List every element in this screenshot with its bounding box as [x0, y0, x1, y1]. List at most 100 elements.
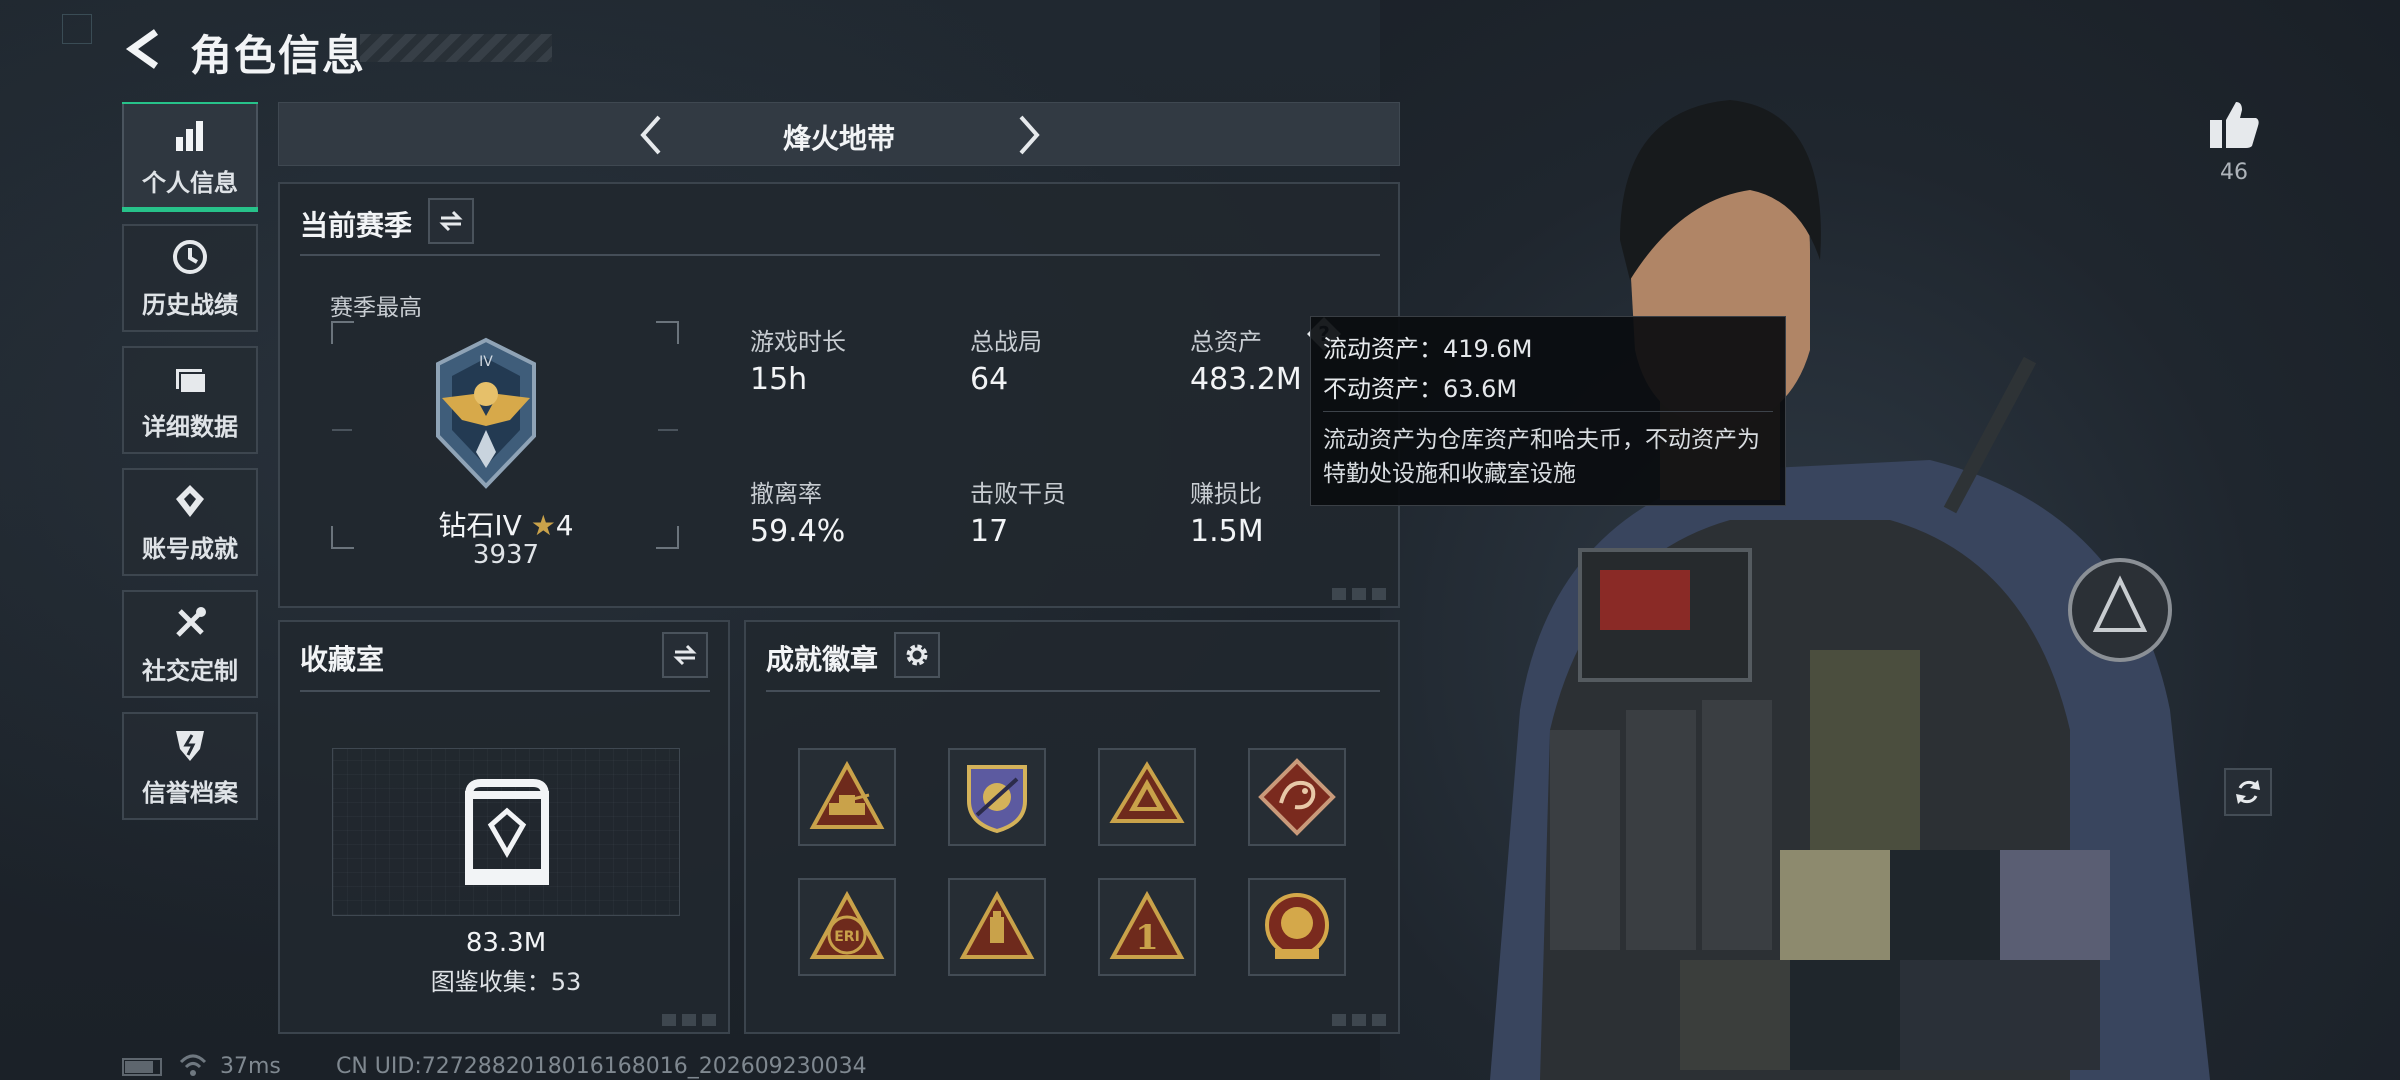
rank-name-line: 钻石IV ★4: [280, 504, 732, 544]
stat-value: 1.5M: [1190, 514, 1264, 549]
svg-text:IV: IV: [479, 354, 493, 370]
collection-room-preview[interactable]: [332, 748, 680, 916]
collection-title: 收藏室: [300, 643, 385, 676]
eri-badge-art: ERI: [809, 890, 885, 959]
sidebar-item-label: 历史战绩: [142, 290, 238, 319]
game-mode-selector: 烽火地带: [278, 102, 1400, 166]
achievements-settings-button[interactable]: [894, 632, 940, 678]
back-arrow-icon: [125, 29, 159, 69]
title-decoration: [360, 34, 552, 62]
rank-name: 钻石IV: [438, 509, 522, 542]
divider: [300, 690, 710, 692]
next-mode-button[interactable]: [1003, 111, 1051, 159]
asset-tooltip: 流动资产：419.6M 不动资产：63.6M 流动资产为仓库资产和哈夫币，不动资…: [1310, 316, 1786, 506]
shield-bolt-icon: [176, 730, 204, 761]
medal-icon: [176, 484, 204, 517]
refresh-icon: [2236, 780, 2260, 804]
folder-icon: [176, 368, 207, 394]
collection-value: 83.3M: [465, 928, 547, 958]
sidebar-item-label: 信誉档案: [142, 778, 238, 807]
corner-decoration: [662, 1014, 722, 1026]
page-title: 角色信息: [190, 31, 367, 80]
dragon-badge-art: [1258, 758, 1336, 836]
sidebar-item-achievements[interactable]: 账号成就: [122, 468, 258, 576]
stat-value: 64: [970, 362, 1009, 397]
gear-icon: [906, 644, 928, 666]
sidebar-item-label: 社交定制: [142, 656, 238, 685]
collection-panel: 收藏室 83.3M 图鉴收集：53: [278, 620, 730, 1034]
rotate-model-button[interactable]: [2224, 768, 2272, 816]
stat-value: 17: [970, 514, 1009, 549]
corner-decoration: [62, 14, 92, 44]
sidebar-item-label: 详细数据: [142, 412, 238, 441]
divider: [766, 690, 1380, 692]
display-case-icon: [465, 779, 549, 885]
season-best-label: 赛季最高: [330, 295, 422, 321]
sidebar-item-label: 账号成就: [142, 534, 238, 563]
season-panel: 当前赛季 赛季最高 IV 钻石IV ★4 3937 游戏时长 15h 总战局 6…: [278, 182, 1400, 608]
asset-description: 流动资产为仓库资产和哈夫币，不动资产为特勤处设施和收藏室设施: [1323, 427, 1760, 487]
lion-crest-badge-art: [1265, 893, 1329, 959]
number-one-badge-icon[interactable]: 1: [1098, 878, 1196, 976]
divider: [300, 254, 1380, 256]
ping-text: 37ms: [220, 1054, 281, 1079]
svg-text:ERI: ERI: [834, 929, 860, 945]
stat-value: 15h: [750, 362, 808, 397]
battery-icon: [122, 1058, 162, 1076]
stat-label: 击败干员: [970, 480, 1066, 508]
season-panel-title: 当前赛季: [300, 209, 413, 242]
stat-label: 游戏时长: [750, 328, 846, 356]
rank-stars: 4: [555, 509, 574, 542]
season-switch-button[interactable]: [428, 198, 474, 244]
lion-crest-badge-icon[interactable]: [1248, 878, 1346, 976]
stat-label: 撤离率: [750, 480, 822, 508]
usb-triangle-badge-art: [959, 890, 1035, 959]
like-count: 46: [2220, 160, 2248, 185]
tank-badge-icon[interactable]: [798, 748, 896, 846]
collection-switch-button[interactable]: [662, 632, 708, 678]
dragon-badge-icon[interactable]: [1248, 748, 1346, 846]
shield-emblem-badge-art: [967, 765, 1027, 834]
stat-label: 总战局: [970, 328, 1042, 356]
usb-triangle-badge-icon[interactable]: [948, 878, 1046, 976]
swap-icon: [673, 644, 697, 666]
game-mode-title: 烽火地带: [782, 122, 895, 155]
collection-count: 图鉴收集：53: [430, 968, 582, 996]
tank-badge-art: [809, 760, 885, 829]
uid-text: CN UID:7272882018016168016_202609230034: [336, 1054, 867, 1079]
stat-value: 59.4%: [750, 514, 846, 549]
achievements-title: 成就徽章: [766, 643, 879, 676]
shield-emblem-badge-icon[interactable]: [948, 748, 1046, 846]
liquid-assets-text: 流动资产：419.6M: [1323, 335, 1533, 363]
sidebar-item-detailed-data[interactable]: 详细数据: [122, 346, 258, 454]
tools-icon: [176, 606, 206, 637]
number-one-badge-art: 1: [1109, 890, 1185, 959]
fixed-assets-text: 不动资产：63.6M: [1323, 375, 1518, 403]
character-model[interactable]: [1430, 90, 2230, 1080]
sidebar-item-credit[interactable]: 信誉档案: [122, 712, 258, 820]
sidebar-item-label: 个人信息: [142, 168, 238, 197]
stat-label: 赚损比: [1190, 480, 1262, 508]
divider: [1323, 411, 1773, 412]
eagle-triangle-badge-art: [1109, 761, 1185, 823]
like-button[interactable]: [2206, 96, 2262, 152]
rank-score: 3937: [472, 540, 540, 570]
star-icon: ★: [530, 509, 556, 542]
eri-badge-icon[interactable]: ERI: [798, 878, 896, 976]
back-button[interactable]: [120, 24, 170, 74]
corner-decoration: [1332, 1014, 1392, 1026]
diamond-rank-emblem-icon: IV: [436, 337, 536, 489]
thumbs-up-icon: [2210, 102, 2259, 148]
corner-decoration: [1332, 588, 1392, 600]
bar-chart-icon: [176, 120, 203, 151]
stat-value: 483.2M: [1190, 362, 1302, 397]
sidebar-item-personal-info[interactable]: 个人信息: [122, 102, 258, 212]
eagle-triangle-badge-icon[interactable]: [1098, 748, 1196, 846]
wifi-icon: [179, 1054, 207, 1076]
svg-text:1: 1: [1135, 918, 1159, 958]
sidebar-item-history[interactable]: 历史战绩: [122, 224, 258, 332]
chevron-right-icon: [1019, 115, 1040, 155]
sidebar-item-social[interactable]: 社交定制: [122, 590, 258, 698]
achievements-panel: 成就徽章 ERI 1: [744, 620, 1400, 1034]
swap-icon: [439, 210, 463, 232]
